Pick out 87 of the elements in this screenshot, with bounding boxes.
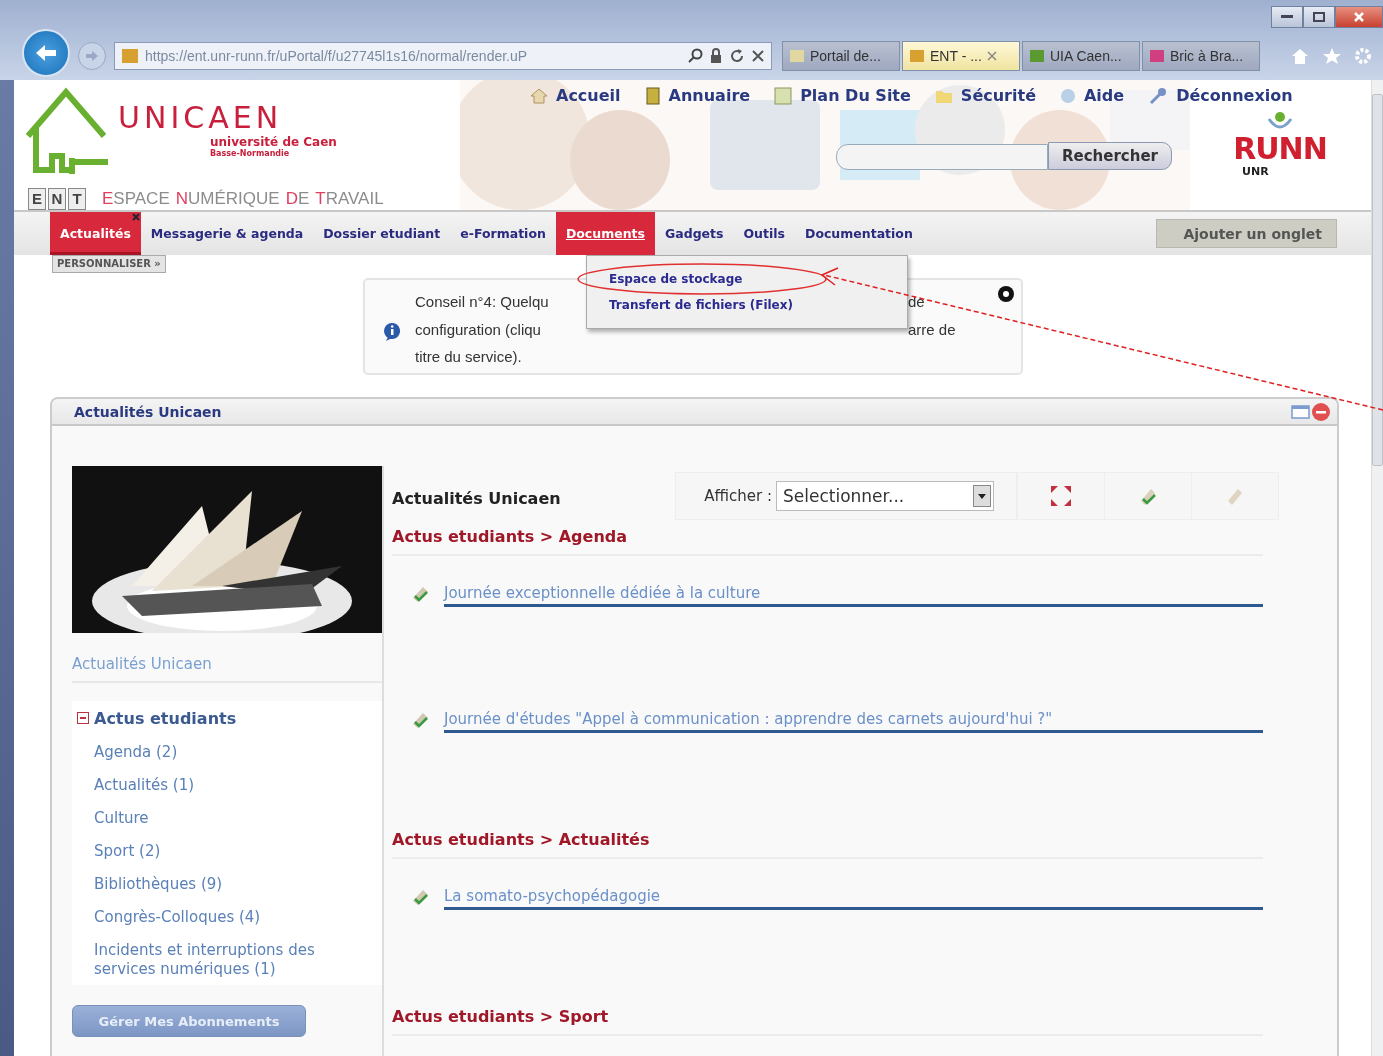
tree-item[interactable]: Incidents et interruptions des services numériques (1) bbox=[94, 941, 378, 979]
logo-tagline: NUMÉRIQUE bbox=[175, 188, 280, 209]
logo-letter: E bbox=[28, 187, 46, 210]
section-heading: Actus etudiants > Sport bbox=[392, 996, 1263, 1036]
header-link[interactable]: Aide bbox=[1060, 86, 1125, 105]
header-link[interactable]: Sécurité bbox=[934, 86, 1036, 105]
key-icon bbox=[1148, 86, 1169, 105]
tip-text: configuration (cliqu bbox=[415, 319, 542, 340]
logo-tagline: ESPACE bbox=[102, 188, 170, 209]
nav-tab[interactable]: e-Formation bbox=[450, 212, 556, 255]
minimize-icon bbox=[1281, 15, 1293, 19]
favicon-icon bbox=[909, 48, 925, 64]
section-heading: Actus etudiants > Agenda bbox=[392, 516, 1263, 556]
tree-item[interactable]: Culture bbox=[94, 809, 378, 828]
tree-item[interactable]: Congrès-Colloques (4) bbox=[94, 908, 378, 927]
browser-tab[interactable]: Portail de... bbox=[782, 41, 900, 71]
tree-item[interactable]: Agenda (2) bbox=[94, 743, 378, 762]
star-icon[interactable] bbox=[1322, 47, 1342, 65]
nav-tab[interactable]: Actualités bbox=[50, 212, 141, 255]
favicon-icon bbox=[789, 48, 805, 64]
nav-tab[interactable]: Documentation bbox=[795, 212, 923, 255]
minimize-button[interactable] bbox=[1271, 6, 1303, 28]
logo-tagline: TRAVAIL bbox=[315, 188, 384, 209]
close-button[interactable] bbox=[1335, 6, 1383, 28]
nav-tab[interactable]: Messagerie & agenda bbox=[140, 212, 314, 255]
logo-letter: T bbox=[68, 187, 86, 210]
search-button[interactable]: Rechercher bbox=[1048, 142, 1172, 170]
header-link[interactable]: Accueil bbox=[530, 86, 621, 105]
house-icon bbox=[530, 87, 548, 104]
partner-logo: RUNN bbox=[1233, 133, 1327, 165]
back-button[interactable] bbox=[22, 29, 70, 77]
dropdown-icon bbox=[973, 485, 991, 507]
nav-tab[interactable]: Dossier etudiant bbox=[313, 212, 451, 255]
tip-text: arre de bbox=[908, 319, 957, 340]
logo-subtitle: université de Caen bbox=[210, 135, 338, 149]
lock-icon bbox=[709, 48, 723, 64]
header-link[interactable]: Annuaire bbox=[644, 86, 751, 105]
logo-text: UNICAEN bbox=[118, 100, 284, 135]
customize-tab[interactable]: PERSONNALISER » bbox=[52, 255, 166, 273]
close-icon bbox=[1353, 11, 1365, 23]
maximize-button[interactable] bbox=[1303, 6, 1335, 28]
close-tab-icon[interactable] bbox=[986, 51, 997, 61]
window-icon[interactable] bbox=[1291, 403, 1311, 420]
logo-tagline: DE bbox=[285, 188, 310, 209]
scrollbar[interactable] bbox=[1371, 80, 1383, 1056]
section-heading: Actus etudiants > Actualités bbox=[392, 819, 1263, 859]
info-icon bbox=[383, 321, 401, 342]
favicon-icon bbox=[1149, 48, 1165, 64]
tip-text: de bbox=[908, 292, 926, 312]
feed-title: Actualités Unicaen bbox=[392, 489, 562, 510]
browser-tab[interactable]: ENT - ... bbox=[902, 41, 1020, 71]
browser-tab[interactable]: Bric à Bra... bbox=[1142, 41, 1260, 71]
menu-item[interactable]: Transfert de fichiers (Filex) bbox=[609, 298, 793, 312]
portlet-title: Actualités Unicaen bbox=[74, 403, 223, 420]
tree-item[interactable]: Actualités (1) bbox=[94, 776, 378, 795]
nav-tab[interactable]: Documents bbox=[555, 212, 655, 255]
header-link[interactable]: Déconnexion bbox=[1148, 86, 1293, 105]
collapse-icon[interactable] bbox=[76, 711, 90, 725]
logo-region: Basse-Normandie bbox=[210, 149, 291, 158]
partner-caption: UNR bbox=[1242, 165, 1269, 178]
tree-item[interactable]: Bibliothèques (9) bbox=[94, 875, 378, 894]
forward-arrow-icon bbox=[85, 50, 99, 62]
back-arrow-icon bbox=[34, 43, 58, 63]
menu-item[interactable]: Espace de stockage bbox=[609, 272, 743, 286]
search-icon[interactable] bbox=[687, 48, 703, 64]
nav-tab[interactable]: Outils bbox=[733, 212, 795, 255]
browser-tab[interactable]: UIA Caen... bbox=[1022, 41, 1140, 71]
remove-icon[interactable] bbox=[1311, 401, 1331, 422]
stop-icon[interactable] bbox=[751, 49, 765, 63]
tip-text: titre du service). bbox=[415, 347, 523, 368]
header-link[interactable]: Plan Du Site bbox=[774, 86, 911, 105]
search-field[interactable] bbox=[836, 144, 1048, 170]
filter-select[interactable]: Selectionner... bbox=[776, 481, 994, 511]
close-icon[interactable] bbox=[997, 285, 1015, 303]
nav-tab[interactable]: Gadgets bbox=[655, 212, 734, 255]
refresh-icon[interactable] bbox=[729, 48, 745, 64]
page-icon bbox=[121, 48, 139, 64]
book-icon bbox=[644, 86, 661, 105]
tip-text: Conseil n°4: Quelqu bbox=[415, 292, 550, 312]
favicon-icon bbox=[1029, 48, 1045, 64]
add-tab-button[interactable]: Ajouter un onglet bbox=[1156, 219, 1337, 248]
filter-label: Afficher : bbox=[704, 487, 772, 505]
logo-letter: N bbox=[48, 187, 66, 210]
fullscreen-icon[interactable] bbox=[1049, 484, 1073, 508]
tree-item[interactable]: Sport (2) bbox=[94, 842, 378, 861]
maximize-icon bbox=[1313, 12, 1325, 22]
tree-item[interactable]: Actus etudiants bbox=[94, 708, 237, 728]
